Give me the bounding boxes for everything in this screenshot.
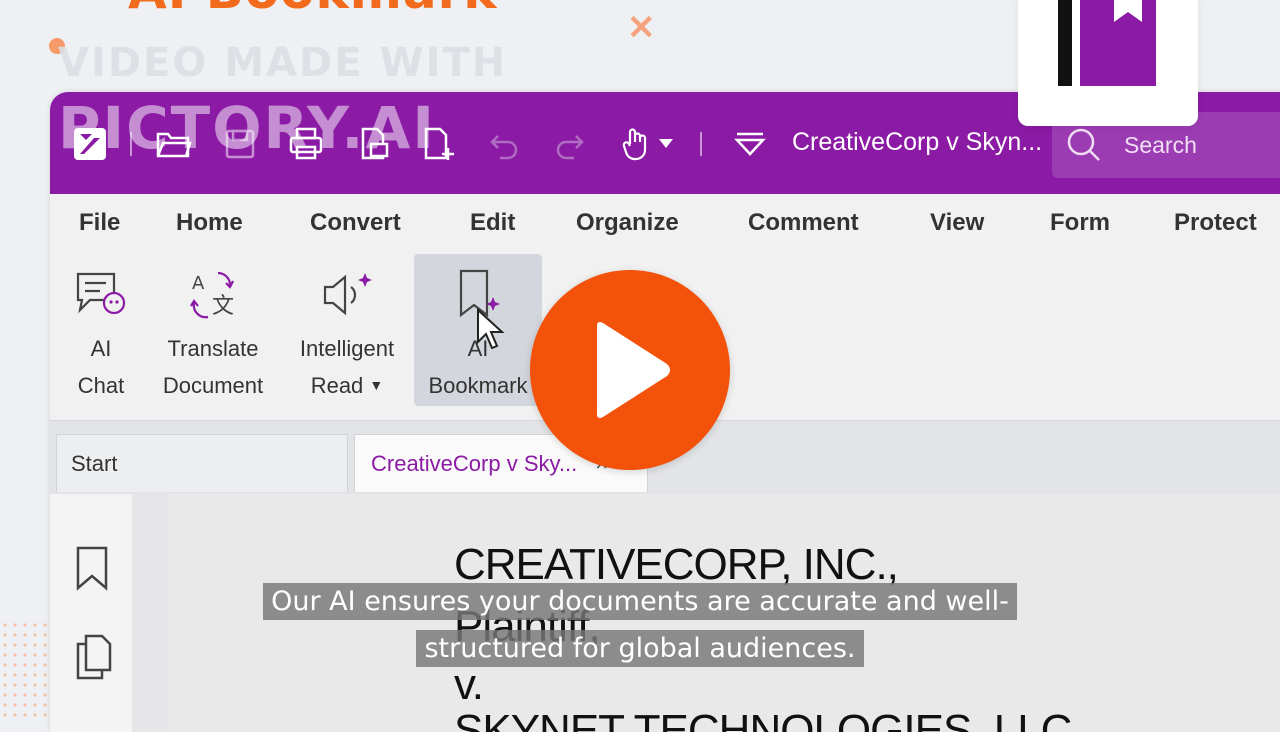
tab-start-label: Start	[71, 450, 118, 476]
menu-file[interactable]: File	[79, 209, 120, 237]
watermark-logo: PICTORY.AI	[58, 94, 436, 162]
ai-bookmark-label-line2: Bookmark	[428, 373, 528, 398]
ai-chat-label-line2: Chat	[77, 373, 125, 398]
ai-chat-label-line1: AI	[90, 336, 112, 361]
search-placeholder: Search	[1124, 132, 1197, 158]
subtitle-line: Our AI ensures your documents are accura…	[0, 580, 1280, 624]
translate-label-line2: Document	[162, 373, 264, 398]
speaker-icon	[286, 260, 408, 330]
ai-chat-button[interactable]: AI Chat	[60, 254, 142, 406]
intelligent-read-button[interactable]: Intelligent Read ▼	[286, 254, 408, 406]
subtitle-text: structured for global audiences.	[416, 630, 864, 667]
menu-organize[interactable]: Organize	[576, 209, 679, 237]
bookmark-illustration-icon	[1058, 0, 1156, 86]
document-title: CreativeCorp v Skyn...	[792, 128, 1043, 156]
translate-document-button[interactable]: A文 Translate Document	[150, 254, 276, 406]
menu-home[interactable]: Home	[176, 209, 243, 237]
document-line: SKYNET TECHNOLOGIES, LLC	[454, 706, 1072, 732]
svg-text:文: 文	[212, 294, 234, 319]
menu-protect[interactable]: Protect	[1174, 209, 1257, 237]
promo-title: AI Bookmark	[128, 0, 498, 20]
toolbar-separator	[700, 132, 702, 156]
undo-icon[interactable]	[484, 122, 524, 166]
bookmark-badge	[1018, 0, 1198, 126]
menu-comment[interactable]: Comment	[748, 209, 859, 237]
chevron-down-icon[interactable]: ▼	[369, 377, 383, 393]
translate-label-line1: Translate	[167, 336, 259, 361]
quick-access-icon[interactable]	[730, 122, 770, 166]
intelligent-read-label-line2: Read	[310, 373, 364, 398]
svg-text:A: A	[192, 273, 205, 294]
decorative-cross-icon: ✕	[627, 9, 656, 47]
intelligent-read-label-line1: Intelligent	[299, 336, 395, 361]
ai-chat-icon	[60, 260, 142, 330]
tab-document-label: CreativeCorp v Sky...	[371, 450, 578, 476]
mouse-cursor-icon	[477, 308, 505, 350]
dropdown-caret-icon[interactable]	[654, 122, 678, 166]
redo-icon[interactable]	[550, 122, 590, 166]
play-icon	[597, 322, 670, 418]
tab-start[interactable]: Start	[56, 434, 348, 492]
menu-form[interactable]: Form	[1050, 209, 1110, 237]
subtitle-line: structured for global audiences.	[0, 627, 1280, 671]
search-icon	[1067, 128, 1100, 161]
menu-convert[interactable]: Convert	[310, 209, 401, 237]
translate-icon: A文	[150, 260, 276, 330]
play-button[interactable]	[530, 270, 730, 470]
subtitle-text: Our AI ensures your documents are accura…	[263, 583, 1017, 620]
hand-tool-icon[interactable]	[616, 122, 656, 166]
menu-view[interactable]: View	[930, 209, 984, 237]
menu-edit[interactable]: Edit	[470, 209, 515, 237]
watermark-line: VIDEO MADE WITH	[58, 40, 508, 86]
